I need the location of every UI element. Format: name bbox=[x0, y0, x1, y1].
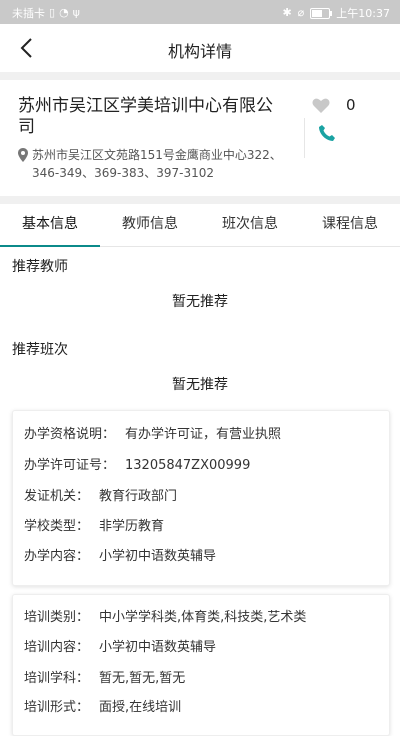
license-row-issuer: 发证机关： 教育行政部门 bbox=[24, 485, 177, 504]
row-value: 有办学许可证，有营业执照 bbox=[125, 427, 282, 442]
usb-icon: ψ bbox=[72, 6, 80, 19]
tab-teacher-info[interactable]: 教师信息 bbox=[100, 204, 200, 246]
training-row-subjects: 培训学科： 暂无,暂无,暂无 bbox=[24, 667, 185, 686]
organization-address: 苏州市吴江区文苑路151号金鹰商业中心322、346-349、369-383、3… bbox=[18, 146, 298, 182]
license-info-card: 办学资格说明： 有办学许可证，有营业执照 办学许可证号： 13205847ZX009… bbox=[12, 410, 390, 586]
nav-bar: 机构详情 bbox=[0, 24, 400, 72]
row-label: 培训类别： bbox=[24, 610, 90, 625]
sim-icon: ▯ bbox=[49, 6, 56, 19]
row-value: 非学历教育 bbox=[99, 519, 165, 534]
recommend-classes-title: 推荐班次 bbox=[12, 342, 68, 358]
license-row-qualification: 办学资格说明： 有办学许可证，有营业执照 bbox=[24, 423, 281, 442]
license-row-permit-number: 办学许可证号： 13205847ZX00999 bbox=[24, 454, 250, 473]
license-row-content: 办学内容： 小学初中语数英辅导 bbox=[24, 545, 216, 564]
bluetooth-icon: ✱ bbox=[282, 6, 292, 19]
page-title: 机构详情 bbox=[167, 42, 232, 61]
section-divider bbox=[0, 196, 400, 204]
tab-course-info[interactable]: 课程信息 bbox=[300, 204, 400, 246]
row-value: 暂无,暂无,暂无 bbox=[99, 671, 186, 686]
row-label: 培训内容： bbox=[24, 640, 90, 655]
vertical-divider bbox=[304, 118, 305, 158]
row-label: 学校类型： bbox=[24, 519, 90, 534]
tab-class-info[interactable]: 班次信息 bbox=[200, 204, 300, 246]
tab-bar: 基本信息 教师信息 班次信息 课程信息 bbox=[0, 204, 400, 247]
carrier-label: 未插卡 bbox=[12, 7, 45, 20]
recommend-classes-empty: 暂无推荐 bbox=[172, 377, 228, 393]
row-label: 办学许可证号： bbox=[24, 458, 116, 473]
like-count: 0 bbox=[346, 96, 356, 114]
row-label: 办学内容： bbox=[24, 549, 90, 564]
mute-icon: ⌀ bbox=[297, 6, 305, 19]
row-label: 培训形式： bbox=[24, 700, 90, 715]
training-row-category: 培训类别： 中小学学科类,体育类,科技类,艺术类 bbox=[24, 606, 306, 625]
row-value: 小学初中语数英辅导 bbox=[99, 549, 217, 564]
row-label: 培训学科： bbox=[24, 671, 90, 686]
row-label: 办学资格说明： bbox=[24, 427, 116, 442]
row-value: 13205847ZX00999 bbox=[125, 458, 251, 473]
training-row-format: 培训形式： 面授,在线培训 bbox=[24, 696, 181, 715]
row-label: 发证机关： bbox=[24, 489, 90, 504]
row-value: 中小学学科类,体育类,科技类,艺术类 bbox=[99, 610, 307, 625]
battery-icon bbox=[310, 7, 333, 19]
wifi-icon: ◔ bbox=[59, 6, 69, 19]
organization-name: 苏州市吴江区学美培训中心有限公司 bbox=[18, 96, 273, 137]
row-value: 面授,在线培训 bbox=[99, 700, 182, 715]
heart-icon[interactable] bbox=[312, 98, 330, 114]
status-bar: 未插卡 ▯ ◔ ψ ✱ ⌀ 上午10:37 bbox=[0, 0, 400, 24]
address-text: 苏州市吴江区文苑路151号金鹰商业中心322、346-349、369-383、3… bbox=[32, 148, 282, 180]
location-pin-icon bbox=[18, 148, 28, 162]
training-info-card: 培训类别： 中小学学科类,体育类,科技类,艺术类 培训内容： 小学初中语数英辅导 培… bbox=[12, 594, 390, 736]
tab-basic-info[interactable]: 基本信息 bbox=[0, 204, 100, 247]
section-divider bbox=[0, 72, 400, 80]
license-row-school-type: 学校类型： 非学历教育 bbox=[24, 515, 164, 534]
row-value: 小学初中语数英辅导 bbox=[99, 640, 217, 655]
training-row-content: 培训内容： 小学初中语数英辅导 bbox=[24, 636, 216, 655]
row-value: 教育行政部门 bbox=[99, 489, 178, 504]
battery-level bbox=[312, 9, 323, 17]
phone-icon[interactable] bbox=[318, 124, 336, 142]
organization-card: 苏州市吴江区学美培训中心有限公司 苏州市吴江区文苑路151号金鹰商业中心322、… bbox=[0, 80, 400, 196]
recommend-teachers-empty: 暂无推荐 bbox=[172, 294, 228, 310]
clock: 上午10:37 bbox=[336, 7, 390, 20]
recommend-teachers-title: 推荐教师 bbox=[12, 259, 68, 275]
